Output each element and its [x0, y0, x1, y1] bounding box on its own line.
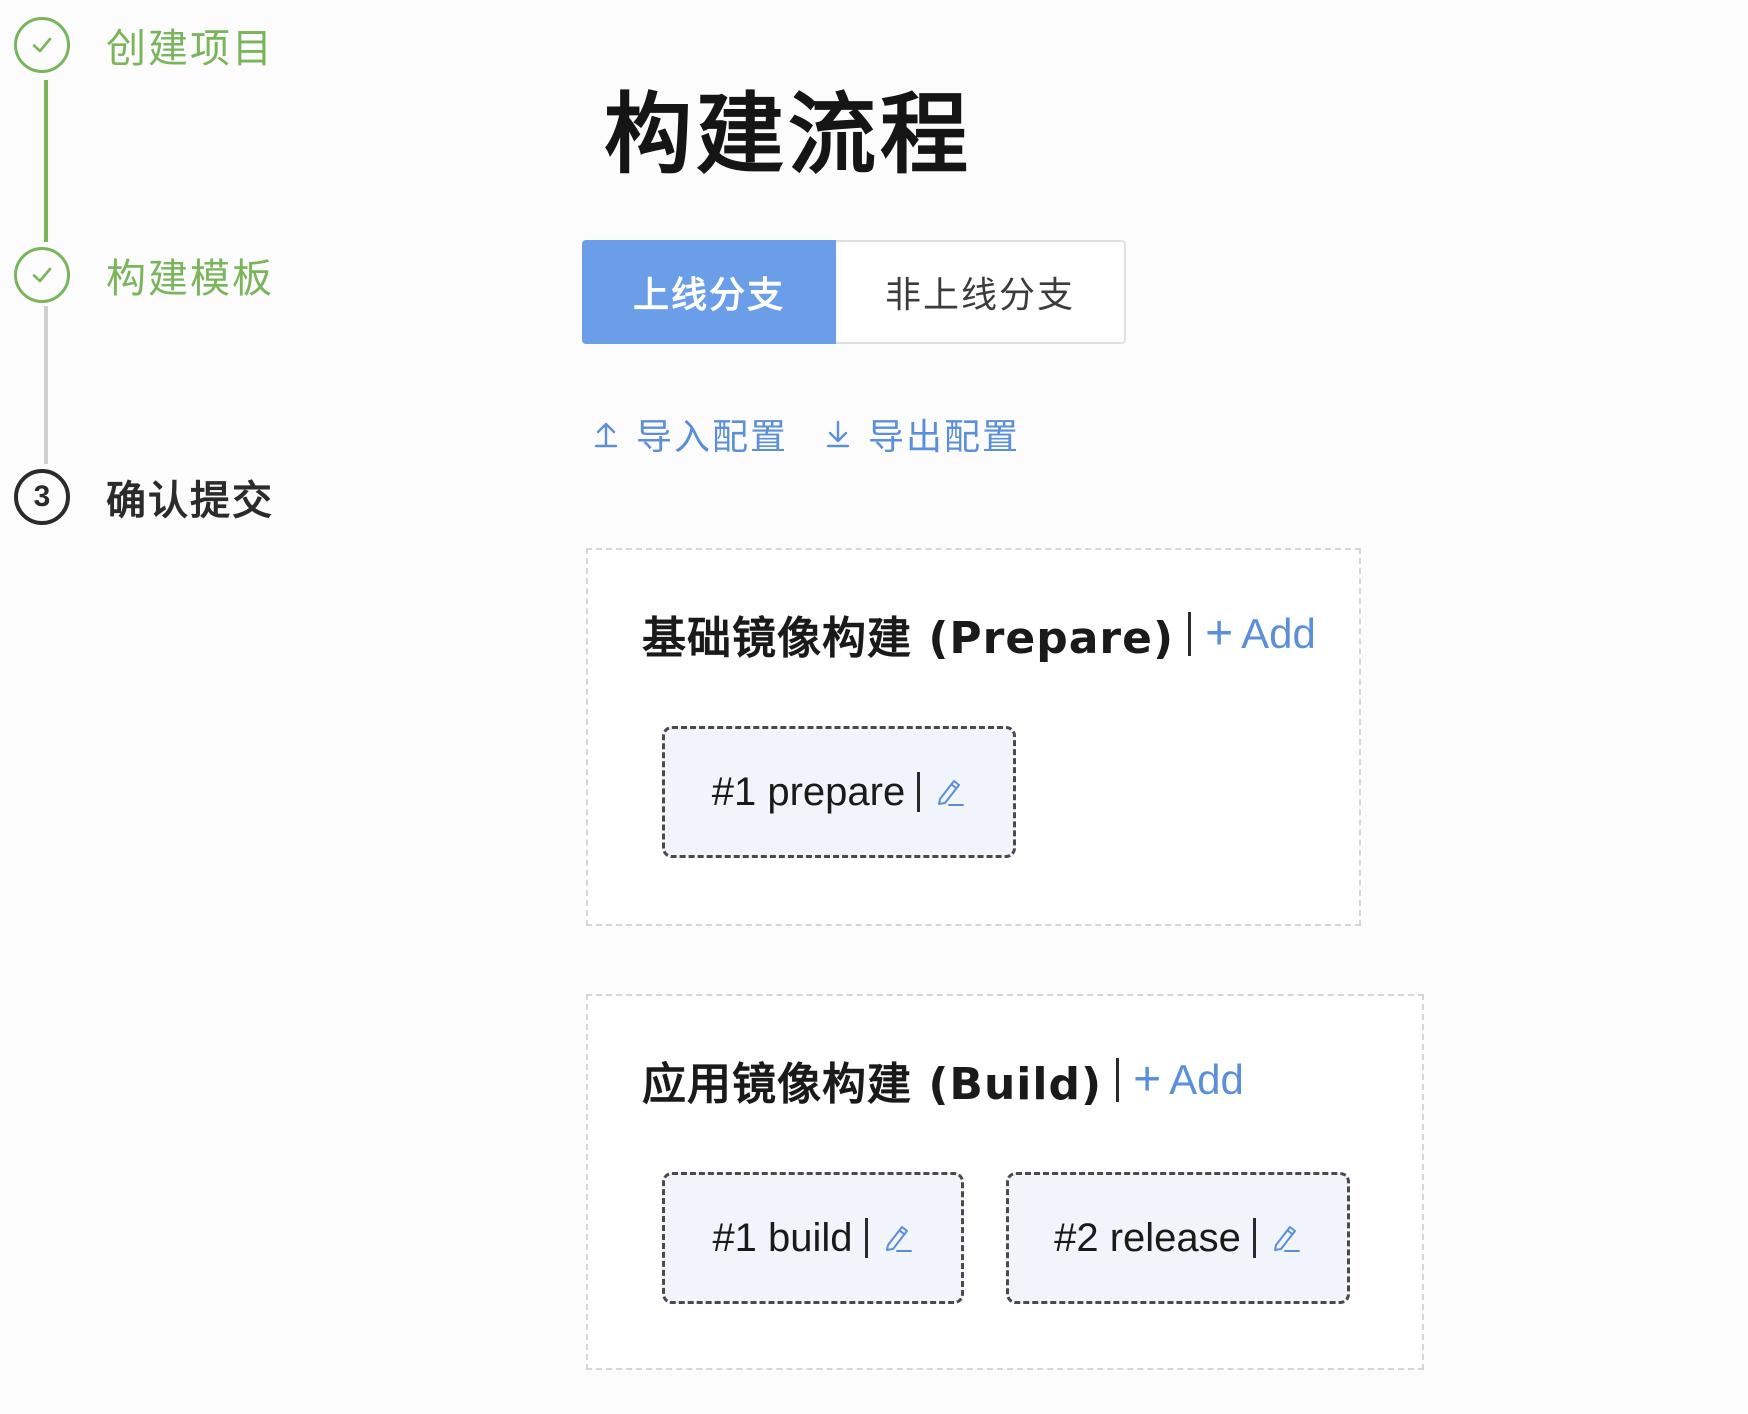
page-title: 构建流程 — [604, 83, 973, 186]
prepare-section: 基础镜像构建 (Prepare) + Add #1 prepare — [586, 548, 1361, 926]
step-build-template[interactable]: 构建模板 — [14, 246, 274, 304]
branch-tabs: 上线分支 非上线分支 — [582, 240, 1126, 344]
job-card-build[interactable]: #1 build — [662, 1172, 964, 1304]
job-label: #1 build — [712, 1215, 853, 1260]
pencil-icon[interactable] — [880, 1221, 914, 1255]
divider — [1188, 612, 1192, 656]
divider — [1116, 1058, 1120, 1102]
tab-release-branch[interactable]: 上线分支 — [582, 240, 836, 344]
import-config-label: 导入配置 — [636, 417, 789, 458]
import-config-button[interactable]: 导入配置 — [592, 408, 788, 460]
export-config-label: 导出配置 — [868, 417, 1021, 458]
add-prepare-job-button[interactable]: + Add — [1205, 610, 1316, 658]
step-label: 确认提交 — [106, 478, 274, 524]
check-icon — [27, 30, 57, 60]
section-title: 基础镜像构建 (Prepare) — [642, 613, 1175, 664]
divider — [917, 772, 921, 812]
step-number: 3 — [33, 480, 51, 513]
divider — [1252, 1218, 1256, 1258]
pencil-icon[interactable] — [932, 775, 966, 809]
download-icon — [824, 419, 852, 449]
job-label: #2 release — [1054, 1215, 1241, 1260]
step-connector-pending — [44, 306, 48, 464]
section-header: 基础镜像构建 (Prepare) + Add — [642, 602, 1316, 666]
config-actions: 导入配置 导出配置 — [592, 408, 1020, 460]
section-title: 应用镜像构建 (Build) — [642, 1059, 1103, 1110]
pencil-icon[interactable] — [1268, 1221, 1302, 1255]
step-confirm-submit[interactable]: 3 确认提交 — [14, 468, 274, 526]
check-icon — [27, 260, 57, 290]
plus-icon: + — [1133, 1053, 1162, 1106]
step-done-circle — [14, 247, 70, 303]
step-create-project[interactable]: 创建项目 — [14, 16, 274, 74]
job-card-release[interactable]: #2 release — [1006, 1172, 1350, 1304]
job-label: #1 prepare — [711, 769, 906, 814]
step-label: 构建模板 — [106, 256, 274, 302]
add-label: Add — [1241, 610, 1316, 657]
step-done-circle — [14, 17, 70, 73]
build-section: 应用镜像构建 (Build) + Add #1 build #2 release — [586, 994, 1424, 1370]
step-current-circle: 3 — [14, 469, 70, 525]
tab-non-release-branch[interactable]: 非上线分支 — [836, 240, 1126, 344]
job-card-prepare[interactable]: #1 prepare — [662, 726, 1016, 858]
upload-icon — [592, 419, 620, 449]
export-config-button[interactable]: 导出配置 — [824, 408, 1020, 460]
section-header: 应用镜像构建 (Build) + Add — [642, 1048, 1244, 1112]
steps-sidebar: 创建项目 构建模板 3 确认提交 — [0, 0, 340, 560]
add-build-job-button[interactable]: + Add — [1133, 1056, 1244, 1104]
divider — [864, 1218, 868, 1258]
plus-icon: + — [1205, 607, 1234, 660]
add-label: Add — [1169, 1056, 1244, 1103]
step-connector-done — [44, 80, 48, 242]
step-label: 创建项目 — [106, 26, 274, 72]
